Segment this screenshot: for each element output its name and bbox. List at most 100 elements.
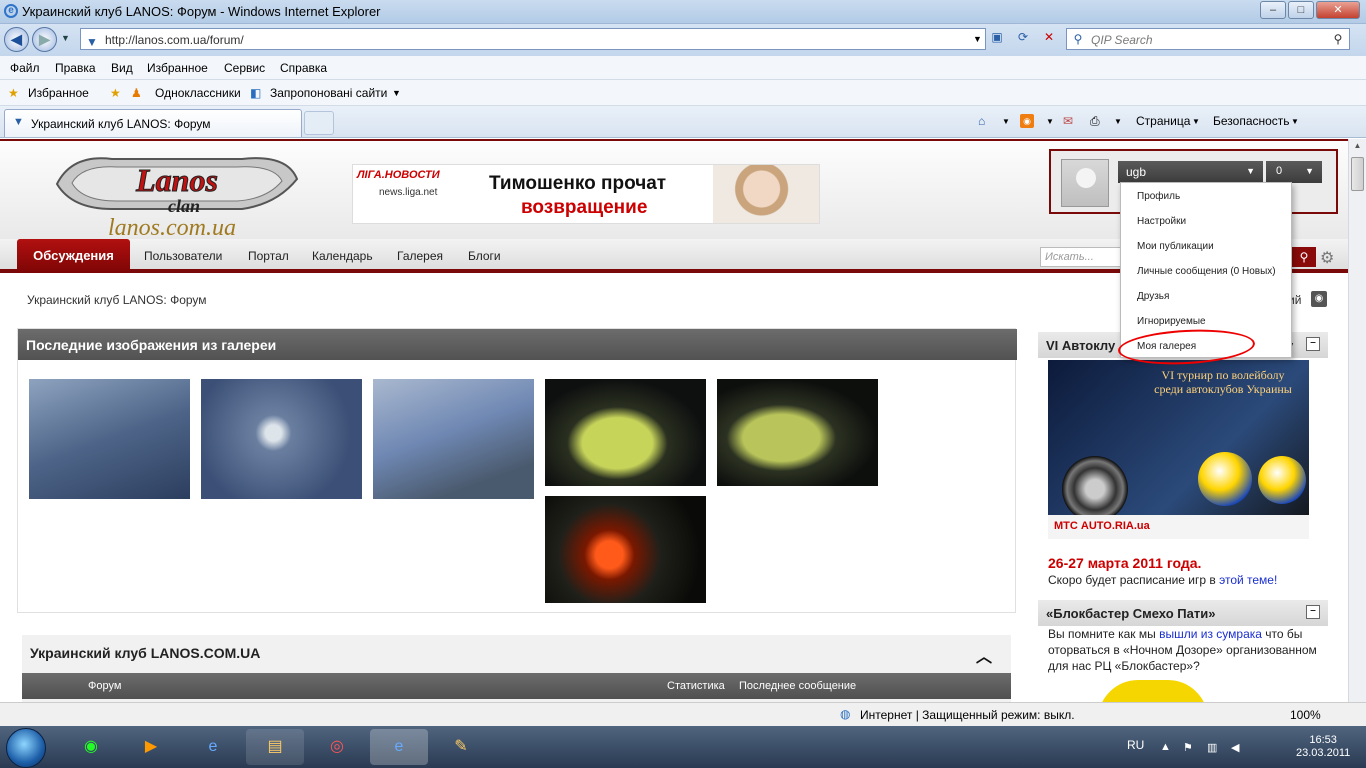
close-button[interactable]: ✕ — [1316, 1, 1360, 19]
address-bar[interactable]: ▼ http://lanos.com.ua/forum/ ▼ — [80, 28, 986, 50]
favorites-button[interactable]: Избранное — [28, 86, 89, 100]
schedule-text: Скоро будет расписание игр в — [1048, 573, 1220, 587]
taskbar-app-icon[interactable]: ◉ — [62, 729, 120, 765]
nav-portal[interactable]: Портал — [248, 249, 289, 263]
nav-blogs[interactable]: Блоги — [468, 249, 501, 263]
forum-category-title[interactable]: Украинский клуб LANOS.COM.UA — [30, 645, 260, 661]
menu-file[interactable]: Файл — [10, 61, 40, 75]
network-icon[interactable]: ▥ — [1207, 741, 1217, 754]
zoom-level[interactable]: 100% — [1290, 708, 1321, 722]
user-menu-chevron-icon: ▼ — [1246, 166, 1255, 176]
minimize-button[interactable]: – — [1260, 1, 1286, 19]
minimize-block-icon[interactable]: – — [1306, 605, 1320, 619]
gallery-thumb[interactable] — [201, 379, 362, 499]
language-indicator[interactable]: RU — [1127, 738, 1144, 752]
forward-button[interactable]: ▶ — [32, 27, 57, 52]
menu-help[interactable]: Справка — [280, 61, 327, 75]
tournament-banner[interactable]: VI турнир по волейболу среди автоклубов … — [1048, 360, 1309, 539]
collapse-icon[interactable]: ︿ — [976, 643, 992, 667]
history-dropdown-icon[interactable]: ▼ — [61, 33, 70, 43]
safety-menu[interactable]: Безопасность — [1213, 114, 1290, 128]
address-dropdown-icon[interactable]: ▼ — [973, 34, 982, 44]
menu-bar: Файл Правка Вид Избранное Сервис Справка — [0, 56, 1366, 80]
nav-discussions[interactable]: Обсуждения — [17, 239, 130, 273]
sidebar-blockbuster-title: «Блокбастер Смехо Пати» — [1046, 606, 1216, 621]
fav-odnoklassniki[interactable]: Одноклассники — [155, 86, 241, 100]
ad-photo — [713, 165, 819, 223]
tray-arrow-icon[interactable]: ▲ — [1160, 741, 1171, 753]
feeds-dropdown-icon[interactable]: ▼ — [1046, 117, 1054, 126]
favorites-star-icon: ★ — [8, 86, 19, 100]
address-url: http://lanos.com.ua/forum/ — [105, 33, 244, 47]
flag-icon[interactable]: ⚑ — [1183, 741, 1193, 754]
tab-current[interactable]: ▼ Украинский клуб LANOS: Форум — [4, 109, 302, 137]
messages-button[interactable]: 0 ▼ — [1266, 161, 1322, 183]
sidebar-tournament-title: VI Автоклу — [1046, 338, 1116, 353]
breadcrumb[interactable]: Украинский клуб LANOS: Форум — [27, 293, 207, 307]
dropdown-friends[interactable]: Друзья — [1137, 291, 1169, 302]
ie-active-icon[interactable]: e — [370, 729, 428, 765]
back-button[interactable]: ◀ — [4, 27, 29, 52]
site-search-input[interactable]: Искать... — [1040, 247, 1124, 267]
ad-banner[interactable]: ЛІГА.НОВОСТИ news.liga.net Тимошенко про… — [352, 164, 820, 224]
nav-calendar[interactable]: Календарь — [312, 249, 373, 263]
gallery-thumb[interactable] — [717, 379, 878, 486]
dropdown-profile[interactable]: Профиль — [1137, 191, 1180, 202]
print-icon[interactable]: ⎙ — [1090, 114, 1100, 129]
ie-taskbar-icon[interactable]: e — [184, 729, 242, 765]
home-icon[interactable]: ⌂ — [978, 114, 985, 128]
compat-view-icon[interactable]: ▣ — [988, 28, 1006, 46]
schedule-link[interactable]: этой теме! — [1219, 573, 1277, 587]
print-dropdown-icon[interactable]: ▼ — [1114, 117, 1122, 126]
scroll-up-icon[interactable]: ▲ — [1351, 141, 1364, 155]
gallery-thumb[interactable] — [373, 379, 534, 499]
gallery-thumb[interactable] — [29, 379, 190, 499]
fav-suggested-sites[interactable]: Запропоновані сайти — [270, 86, 387, 100]
scroll-thumb[interactable] — [1351, 157, 1364, 191]
nav-users[interactable]: Пользователи — [144, 249, 222, 263]
gear-icon[interactable]: ⚙ — [1320, 248, 1334, 268]
mail-icon[interactable]: ✉ — [1063, 114, 1073, 128]
search-provider-icon: ⚲ — [1073, 32, 1083, 46]
new-tab-button[interactable] — [304, 111, 334, 135]
dropdown-my-posts[interactable]: Мои публикации — [1137, 241, 1214, 252]
dropdown-private-messages[interactable]: Личные сообщения (0 Новых) — [1137, 266, 1276, 277]
taskbar: ◉ ▶ e ▤ ◎ e ✎ RU ▲ ⚑ ▥ ◀ 16:53 23.03.201… — [0, 726, 1366, 768]
page-scrollbar[interactable]: ▲ — [1348, 139, 1366, 702]
maximize-button[interactable]: □ — [1288, 1, 1314, 19]
refresh-icon[interactable]: ⟳ — [1014, 28, 1032, 46]
clock[interactable]: 16:53 23.03.2011 — [1296, 734, 1350, 760]
menu-edit[interactable]: Правка — [55, 61, 96, 75]
home-dropdown-icon[interactable]: ▼ — [1002, 117, 1010, 126]
avatar[interactable] — [1061, 159, 1109, 207]
feeds-icon[interactable]: ◉ — [1020, 114, 1034, 128]
gallery-thumb[interactable] — [545, 496, 706, 603]
suggested-dropdown-icon[interactable]: ▼ — [392, 88, 401, 98]
gallery-title: Последние изображения из галереи — [18, 329, 1017, 360]
nav-gallery[interactable]: Галерея — [397, 249, 443, 263]
menu-favorites[interactable]: Избранное — [147, 61, 208, 75]
menu-tools[interactable]: Сервис — [224, 61, 265, 75]
start-button[interactable] — [6, 728, 46, 768]
dropdown-settings[interactable]: Настройки — [1137, 216, 1186, 227]
media-player-icon[interactable]: ▶ — [122, 729, 180, 765]
paint-icon[interactable]: ✎ — [432, 729, 490, 765]
search-icon[interactable]: ⚲ — [1329, 30, 1347, 48]
menu-view[interactable]: Вид — [111, 61, 133, 75]
search-box[interactable]: ⚲ QIP Search ⚲ — [1066, 28, 1350, 50]
site-search-button[interactable]: ⚲ — [1292, 247, 1316, 267]
blockbuster-link[interactable]: вышли из сумрака — [1159, 627, 1262, 641]
site-logo[interactable]: Lanos clan lanos.com.ua — [52, 149, 302, 241]
stop-icon[interactable]: ✕ — [1040, 28, 1058, 46]
add-favorite-icon[interactable]: ★ — [110, 86, 121, 100]
page-menu[interactable]: Страница — [1136, 114, 1190, 128]
volume-icon[interactable]: ◀ — [1231, 741, 1239, 754]
minimize-block-icon[interactable]: – — [1306, 337, 1320, 351]
rss-icon[interactable]: ◉ — [1311, 291, 1327, 307]
gallery-thumb[interactable] — [545, 379, 706, 486]
dropdown-ignored[interactable]: Игнорируемые — [1137, 316, 1206, 327]
explorer-icon[interactable]: ▤ — [246, 729, 304, 765]
status-text: Интернет | Защищенный режим: выкл. — [860, 708, 1075, 722]
chrome-icon[interactable]: ◎ — [308, 729, 366, 765]
user-menu-button[interactable]: ugb ▼ — [1118, 161, 1263, 183]
